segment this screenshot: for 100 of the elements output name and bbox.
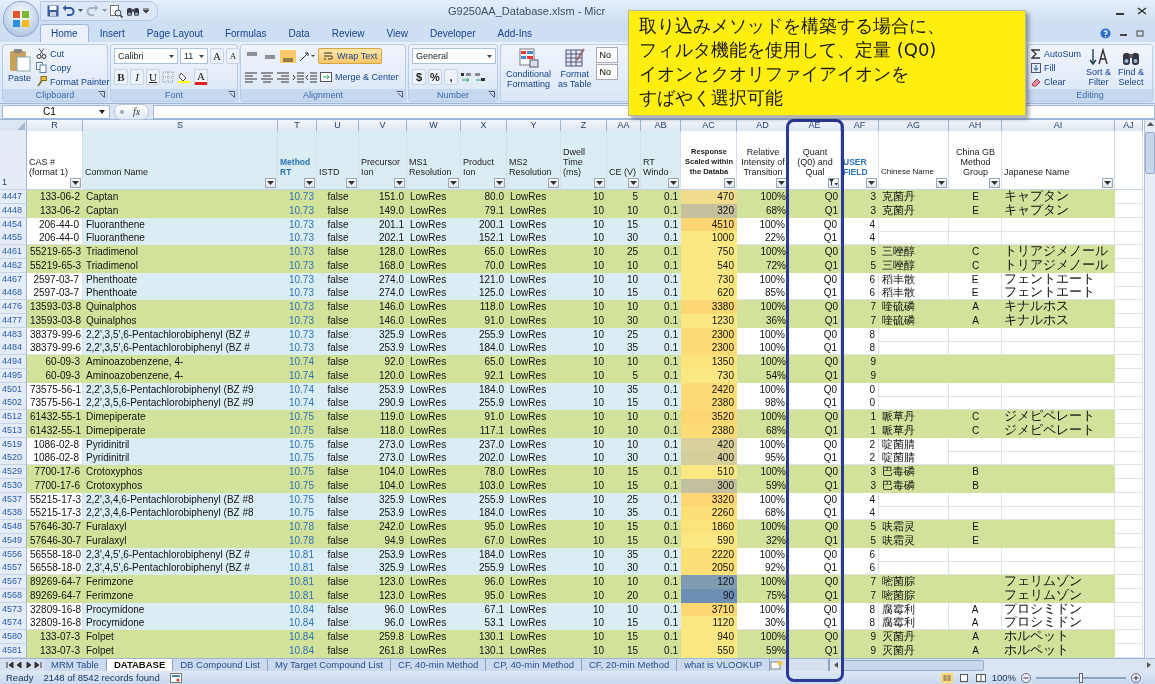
table-cell: 32809-16-8 <box>27 616 83 631</box>
table-cell: Quinalphos <box>83 300 278 314</box>
table-cell: 10.73 <box>278 231 317 246</box>
table-cell: 10.74 <box>278 355 317 369</box>
table-cell: false <box>317 190 359 204</box>
table-cell: 0.1 <box>641 465 681 479</box>
table-cell: 10.75 <box>278 506 317 521</box>
table-cell: 68% <box>737 506 789 521</box>
table-cell: 152.1 <box>461 231 507 246</box>
table-cell: 3520 <box>681 410 737 424</box>
table-cell: 750 <box>681 245 737 259</box>
table-cell: 133-06-2 <box>27 190 83 204</box>
table-cell: 242.0 <box>359 520 407 534</box>
table-cell: 100% <box>737 245 789 259</box>
name-cell: フェリムゾン <box>1002 575 1115 589</box>
table-cell: 92.0 <box>359 355 407 369</box>
table-cell: 35 <box>607 341 641 356</box>
table-cell: 10.73 <box>278 286 317 301</box>
table-cell: LowRes <box>507 300 561 314</box>
column-title: China GB Method Group <box>955 147 996 177</box>
table-cell: 2,2',3,4,6-Pentachlorobiphenyl (BZ #8 <box>83 506 278 521</box>
table-cell: 53.1 <box>461 616 507 631</box>
table-cell: 89269-64-7 <box>27 575 83 589</box>
status-text: Ready <box>6 672 34 683</box>
table-cell: 30 <box>607 451 641 466</box>
group-label: Number <box>437 90 469 100</box>
table-cell: A <box>949 616 1002 631</box>
table-cell: 15 <box>607 286 641 301</box>
table-cell: 100% <box>737 520 789 534</box>
table-cell: 0.1 <box>641 506 681 521</box>
table-cell: E <box>949 520 1002 534</box>
table-cell: LowRes <box>507 286 561 301</box>
table-cell: 10.74 <box>278 396 317 411</box>
table-cell: 3380 <box>681 300 737 314</box>
table-cell: 10.84 <box>278 630 317 644</box>
table-cell: 128.0 <box>359 245 407 259</box>
table-cell: 61432-55-1 <box>27 410 83 424</box>
table-cell: 96.0 <box>461 575 507 589</box>
group-label: Font <box>165 90 183 100</box>
table-cell: false <box>317 355 359 369</box>
table-cell: 60-09-3 <box>27 355 83 369</box>
table-cell: 146.0 <box>359 300 407 314</box>
name-cell: 灭菌丹 <box>879 630 949 644</box>
table-cell: 38379-99-6 <box>27 341 83 356</box>
column-title: Method RT <box>280 157 312 177</box>
table-cell: 10 <box>607 575 641 589</box>
table-cell: false <box>317 616 359 631</box>
table-cell: LowRes <box>407 451 461 466</box>
table-cell: 10 <box>607 355 641 369</box>
table-cell: 25 <box>607 245 641 259</box>
table-cell: LowRes <box>507 451 561 466</box>
table-cell: 57646-30-7 <box>27 520 83 534</box>
table-cell: Q0 <box>789 355 841 369</box>
table-cell: 0.1 <box>641 575 681 589</box>
table-cell: Furalaxyl <box>83 520 278 534</box>
table-cell: LowRes <box>507 561 561 576</box>
table-cell: Q0 <box>789 520 841 534</box>
name-cell: ジメピペレート <box>1002 410 1115 424</box>
name-cell: 哌草丹 <box>879 410 949 424</box>
table-cell: false <box>317 286 359 301</box>
table-cell: 15 <box>607 465 641 479</box>
table-cell: 55215-17-3 <box>27 506 83 521</box>
table-cell: 100% <box>737 410 789 424</box>
table-cell: 15 <box>607 396 641 411</box>
table-cell: 10 <box>561 190 607 204</box>
table-cell: C <box>949 245 1002 259</box>
table-cell: 10 <box>561 410 607 424</box>
table-cell: false <box>317 561 359 576</box>
table-cell: 65.0 <box>461 245 507 259</box>
table-cell: 30% <box>737 616 789 631</box>
table-cell: 100% <box>737 355 789 369</box>
name-cell: 啶菌腈 <box>879 451 949 466</box>
table-cell: 940 <box>681 630 737 644</box>
table-cell: 10 <box>561 231 607 246</box>
name-cell: 腐霉利 <box>879 616 949 631</box>
table-cell: 10 <box>561 451 607 466</box>
name-cell: キナルホス <box>1002 300 1115 314</box>
table-cell: 184.0 <box>461 341 507 356</box>
table-cell: LowRes <box>407 561 461 576</box>
table-cell: 2300 <box>681 341 737 356</box>
table-cell: 65.0 <box>461 355 507 369</box>
table-cell: Folpet <box>83 630 278 644</box>
table-cell: Phenthoate <box>83 286 278 301</box>
table-cell: 1350 <box>681 355 737 369</box>
table-cell: 56558-18-0 <box>27 561 83 576</box>
table-cell: LowRes <box>407 616 461 631</box>
table-cell: 10 <box>561 355 607 369</box>
table-cell: B <box>949 465 1002 479</box>
table-cell: 0.1 <box>641 451 681 466</box>
table-cell: 259.8 <box>359 630 407 644</box>
table-cell: 253.9 <box>359 506 407 521</box>
table-cell: 73575-56-1 <box>27 396 83 411</box>
table-cell: LowRes <box>407 355 461 369</box>
table-cell: 100% <box>737 300 789 314</box>
name-cell: 喹硫磷 <box>879 300 949 314</box>
table-cell: 10.73 <box>278 245 317 259</box>
name-cell: 嘧菌腙 <box>879 575 949 589</box>
table-cell: 130.1 <box>461 630 507 644</box>
name-cell: プロシミドン <box>1002 616 1115 631</box>
table-cell: 2380 <box>681 396 737 411</box>
